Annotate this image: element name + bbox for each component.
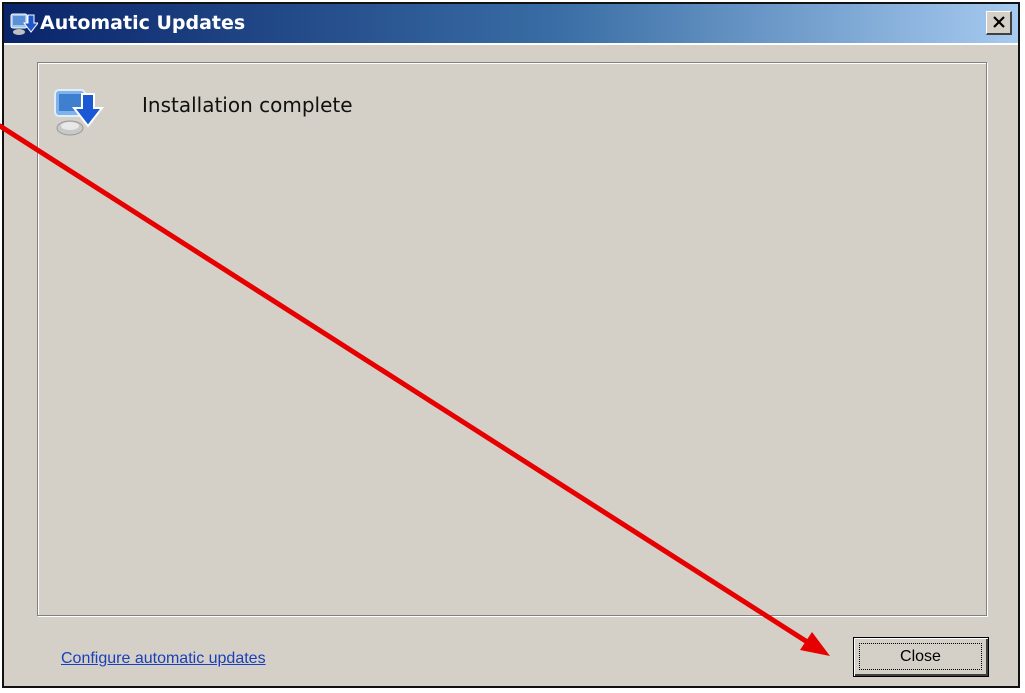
title-close-button[interactable] bbox=[986, 11, 1012, 35]
status-panel: Installation complete bbox=[37, 62, 987, 616]
title-bar[interactable]: Automatic Updates bbox=[4, 4, 1018, 45]
close-button-label: Close bbox=[859, 643, 982, 670]
close-icon bbox=[992, 13, 1005, 32]
automatic-updates-dialog: Automatic Updates Installation complete … bbox=[2, 2, 1020, 688]
installation-status-heading: Installation complete bbox=[142, 93, 353, 117]
windows-update-icon bbox=[52, 82, 105, 138]
configure-automatic-updates-link[interactable]: Configure automatic updates bbox=[61, 650, 266, 668]
window-title: Automatic Updates bbox=[40, 12, 246, 34]
windows-update-icon bbox=[10, 11, 40, 37]
close-button[interactable]: Close bbox=[853, 637, 989, 677]
